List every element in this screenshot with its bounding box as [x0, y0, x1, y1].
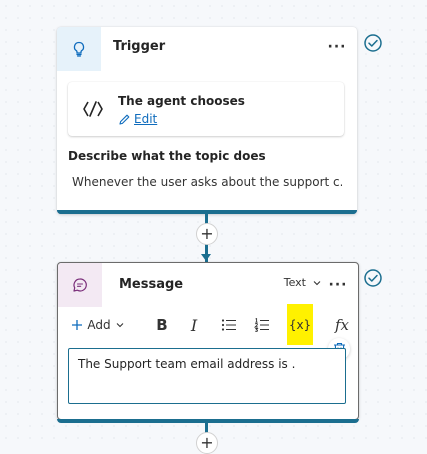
- trigger-title: Trigger: [113, 39, 166, 54]
- check-circle-icon: [364, 34, 382, 52]
- chevron-down-icon: [116, 323, 123, 328]
- edit-link-label: Edit: [134, 112, 158, 126]
- message-more-button[interactable]: ···: [328, 275, 348, 295]
- add-button[interactable]: Add: [68, 312, 128, 338]
- bold-button[interactable]: B: [152, 312, 172, 338]
- message-node[interactable]: Message Text ··· Add B I {x} fx The Supp…: [57, 262, 359, 423]
- add-button-label: Add: [87, 318, 111, 332]
- message-toolbar: Add B I {x} fx: [66, 304, 353, 345]
- add-node-button[interactable]: +: [196, 223, 218, 245]
- message-text-input[interactable]: The Support team email address is .: [68, 348, 346, 404]
- numbered-list-icon: [254, 318, 269, 332]
- description-field[interactable]: Whenever the user asks about the support…: [72, 175, 342, 189]
- message-title: Message: [119, 277, 184, 292]
- insert-variable-button[interactable]: {x}: [287, 304, 313, 345]
- plus-icon: [72, 320, 83, 330]
- insert-formula-button[interactable]: fx: [331, 312, 353, 338]
- agent-chooses-box: The agent chooses Edit: [68, 82, 344, 136]
- check-circle-icon: [364, 269, 382, 287]
- message-icon-container: [58, 263, 102, 307]
- message-type-value: Text: [283, 276, 306, 289]
- chevron-down-icon: [313, 280, 321, 285]
- pencil-icon: [119, 114, 130, 125]
- edit-link[interactable]: Edit: [118, 112, 157, 126]
- message-text-value: The Support team email address is .: [78, 357, 296, 371]
- description-label: Describe what the topic does: [68, 149, 266, 163]
- bulleted-list-button[interactable]: [218, 312, 240, 338]
- bulleted-list-icon: [221, 319, 236, 331]
- agent-chooses-title: The agent chooses: [118, 94, 245, 108]
- numbered-list-button[interactable]: [251, 312, 273, 338]
- trigger-node[interactable]: Trigger ··· The agent chooses Edit Descr…: [57, 27, 357, 214]
- trigger-more-button[interactable]: ···: [327, 37, 347, 57]
- message-type-dropdown[interactable]: Text: [284, 276, 322, 289]
- trigger-icon-container: [57, 27, 101, 71]
- italic-button[interactable]: I: [184, 312, 204, 338]
- lightbulb-icon: [73, 41, 85, 57]
- agent-orchestration-icon: [83, 101, 103, 117]
- flow-arrow-icon: [201, 254, 211, 261]
- add-node-button-bottom[interactable]: +: [196, 432, 218, 454]
- chat-bubble-icon: [73, 278, 87, 292]
